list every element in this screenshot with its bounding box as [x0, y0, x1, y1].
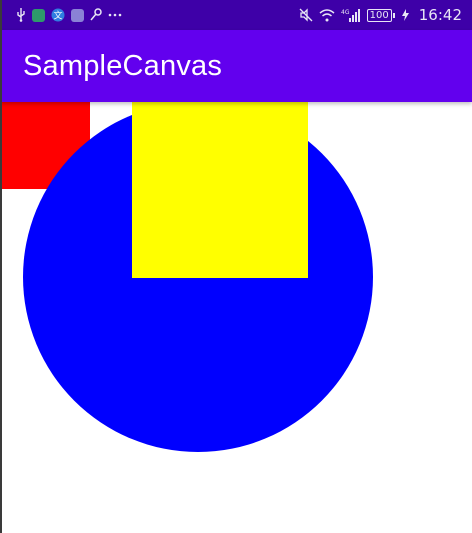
window-edge: [0, 0, 2, 533]
app-icon-purple: [71, 8, 84, 22]
mute-icon: [299, 8, 313, 22]
battery-icon: 100: [366, 8, 395, 22]
app-icon-green: [32, 8, 45, 22]
yellow-square: [132, 102, 308, 278]
network-label: 4G: [341, 9, 350, 16]
wifi-icon: [319, 8, 335, 22]
drawing-canvas[interactable]: [0, 102, 472, 533]
charging-icon: [401, 9, 409, 21]
translate-icon: 文: [51, 8, 65, 22]
key-icon: [90, 8, 102, 22]
usb-icon: [16, 8, 26, 22]
signal-icon: 4G: [341, 8, 361, 22]
status-time: 16:42: [418, 6, 462, 24]
svg-text:文: 文: [53, 10, 62, 22]
more-dots-icon: [108, 13, 122, 17]
status-bar: 文 4G 100 16:42: [0, 0, 472, 30]
app-title: SampleCanvas: [23, 49, 223, 82]
app-bar: SampleCanvas: [0, 30, 472, 102]
canvas-drawing: [2, 102, 373, 452]
